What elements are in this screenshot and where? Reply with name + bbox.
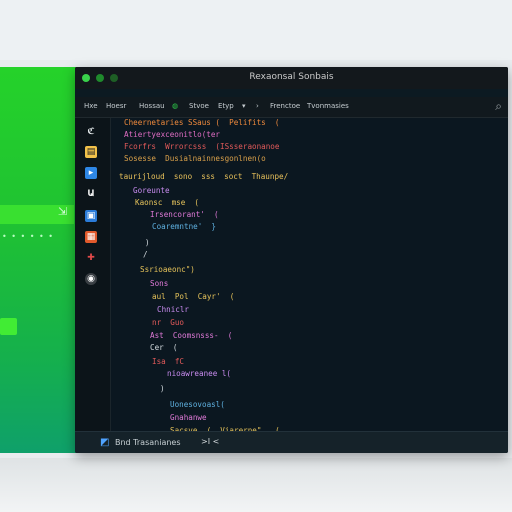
background-app-glyph: ⇲ bbox=[58, 205, 68, 218]
code-line: Atiertyexceonitlo(ter bbox=[124, 130, 221, 139]
menu-item-6[interactable]: Frenctoe bbox=[270, 102, 300, 110]
code-line: Irsencorant' ( bbox=[150, 210, 219, 219]
code-line: nr Guo bbox=[152, 318, 185, 327]
status-bar: ◩ Bnd Trasanianes >I < bbox=[75, 431, 508, 453]
status-text[interactable]: Bnd Trasanianes bbox=[115, 438, 181, 447]
menu-item-1[interactable]: Hxe bbox=[84, 102, 98, 110]
desktop-background-bottom bbox=[0, 458, 512, 512]
menu-item-2[interactable]: Hoesr bbox=[106, 102, 126, 110]
code-line: Sons bbox=[150, 279, 169, 288]
code-line: Cer ( bbox=[150, 343, 178, 352]
debug-icon[interactable]: ✚ bbox=[85, 252, 97, 264]
menu-item-4[interactable]: Stvoe bbox=[189, 102, 209, 110]
menu-bar: Hxe Hoesr Hossau ◍ Stvoe Etyp ▾ › Frenct… bbox=[75, 97, 508, 118]
code-line: ) bbox=[160, 384, 165, 393]
code-line: Kaonsc mse ( bbox=[135, 198, 200, 207]
code-line: Fcorfrs Wrrorcsss (ISsseraonanoe bbox=[124, 142, 280, 151]
code-line: / bbox=[143, 250, 148, 259]
code-line: ) bbox=[145, 238, 150, 247]
run-icon[interactable]: ▸ bbox=[85, 167, 97, 179]
code-line: Ast Coomsnsss- ( bbox=[150, 331, 233, 340]
menu-item-7[interactable]: Tvonmasies bbox=[307, 102, 349, 110]
settings-icon[interactable]: ◉ bbox=[85, 273, 97, 285]
calendar-icon[interactable]: ▦ bbox=[85, 231, 97, 243]
code-line: Ssrioaeonc") bbox=[140, 265, 195, 274]
code-line: Sosesse Dusialnainnesgonlnen(o bbox=[124, 154, 266, 163]
window-title: Rexaonsal Sonbais bbox=[249, 72, 334, 82]
code-line: taurijloud sono sss soct Thaunpe/ bbox=[119, 172, 289, 181]
background-app-dots: • • • • • • bbox=[2, 232, 55, 241]
desktop-background-top bbox=[0, 0, 512, 60]
background-app-window: ⇲ • • • • • • bbox=[0, 67, 80, 453]
terminal-icon[interactable]: ◩ bbox=[100, 437, 109, 448]
code-line: Gnahanwe bbox=[170, 413, 207, 422]
green-status-icon: ◍ bbox=[172, 102, 179, 110]
code-line: Uonesovoasl( bbox=[170, 400, 225, 409]
status-mode[interactable]: >I < bbox=[201, 437, 219, 446]
activity-sidebar: ℭ ▤ ▸ Ա ▣ ▦ ✚ ◉ bbox=[75, 118, 111, 431]
notes-icon[interactable]: ▤ bbox=[85, 146, 97, 158]
code-line: nioawreanee l( bbox=[167, 369, 232, 378]
background-app-chip bbox=[0, 318, 17, 335]
code-line: Chniclr bbox=[157, 305, 190, 314]
code-line: Coaremntne' } bbox=[152, 222, 217, 231]
source-control-icon[interactable]: Ա bbox=[85, 188, 97, 200]
search-icon[interactable]: ⌕ bbox=[495, 99, 502, 114]
code-editor-window: Rexaonsal Sonbais Hxe Hoesr Hossau ◍ Stv… bbox=[75, 67, 508, 453]
menu-item-5[interactable]: Etyp bbox=[218, 102, 234, 110]
chevron-right-icon[interactable]: › bbox=[256, 102, 259, 110]
explorer-icon[interactable]: ℭ bbox=[85, 126, 97, 138]
code-line: aul Pol Cayr' ( bbox=[152, 292, 235, 301]
code-line: Goreunte bbox=[133, 186, 170, 195]
extensions-icon[interactable]: ▣ bbox=[85, 210, 97, 222]
code-line: Isa fC bbox=[152, 357, 185, 366]
menu-item-3[interactable]: Hossau bbox=[139, 102, 165, 110]
title-bar[interactable]: Rexaonsal Sonbais bbox=[75, 67, 508, 89]
code-editor[interactable]: Cheernetaries SSaus ( Pelifits ( Atiertye… bbox=[111, 118, 508, 453]
chevron-down-icon[interactable]: ▾ bbox=[242, 102, 246, 110]
code-line: Cheernetaries SSaus ( Pelifits ( bbox=[124, 118, 280, 127]
